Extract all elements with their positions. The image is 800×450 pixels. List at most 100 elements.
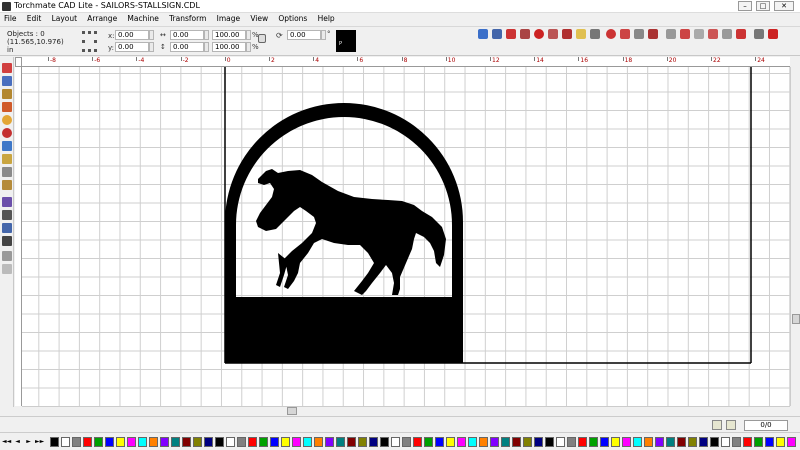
knife-icon[interactable] bbox=[2, 167, 12, 177]
lock-ratio-icon[interactable] bbox=[258, 34, 266, 43]
y-field[interactable]: 0.00 bbox=[115, 42, 149, 52]
color-swatch[interactable] bbox=[292, 437, 301, 447]
rotation-field[interactable]: 0.00 bbox=[287, 30, 321, 40]
horizontal-ruler[interactable]: -8 -6 -4 -2 0 2 4 6 8 10 12 14 16 18 20 22 24 bbox=[22, 57, 790, 67]
color-swatch[interactable] bbox=[501, 437, 510, 447]
color-swatch[interactable] bbox=[50, 437, 59, 447]
transform-icon[interactable] bbox=[2, 251, 12, 261]
color-swatch[interactable] bbox=[369, 437, 378, 447]
align-icon[interactable] bbox=[648, 29, 658, 39]
color-swatch[interactable] bbox=[699, 437, 708, 447]
folder-icon[interactable] bbox=[576, 29, 586, 39]
page-next-icon[interactable] bbox=[726, 420, 736, 430]
color-swatch[interactable] bbox=[303, 437, 312, 447]
ruler-corner[interactable] bbox=[15, 57, 22, 67]
scale-y-field[interactable]: 100.00 bbox=[212, 42, 246, 52]
color-swatch[interactable] bbox=[204, 437, 213, 447]
vertical-scrollbar[interactable] bbox=[790, 67, 800, 406]
menu-arrange[interactable]: Arrange bbox=[83, 13, 121, 24]
scale-x-spinner[interactable] bbox=[246, 30, 251, 40]
weld-tool-icon[interactable] bbox=[708, 29, 718, 39]
horizontal-scroll-thumb[interactable] bbox=[287, 407, 297, 415]
combine-icon[interactable] bbox=[680, 29, 690, 39]
color-swatch[interactable] bbox=[556, 437, 565, 447]
maximize-button[interactable]: □ bbox=[756, 1, 770, 11]
horizontal-scrollbar[interactable] bbox=[22, 406, 790, 416]
rotation-spinner[interactable] bbox=[321, 30, 326, 40]
color-swatch[interactable] bbox=[314, 437, 323, 447]
menu-transform[interactable]: Transform bbox=[165, 13, 210, 24]
color-swatch[interactable] bbox=[545, 437, 554, 447]
color-swatch[interactable] bbox=[743, 437, 752, 447]
pointer-icon[interactable] bbox=[2, 63, 12, 73]
color-swatch[interactable] bbox=[325, 437, 334, 447]
fill-bucket-icon[interactable] bbox=[2, 197, 12, 207]
color-swatch[interactable] bbox=[127, 437, 136, 447]
color-swatch[interactable] bbox=[666, 437, 675, 447]
scale-y-spinner[interactable] bbox=[246, 42, 251, 52]
print-icon[interactable] bbox=[520, 29, 530, 39]
color-swatch[interactable] bbox=[358, 437, 367, 447]
color-swatch[interactable] bbox=[457, 437, 466, 447]
color-swatch[interactable] bbox=[226, 437, 235, 447]
menu-edit[interactable]: Edit bbox=[23, 13, 46, 24]
ungroup-icon[interactable] bbox=[634, 29, 644, 39]
trim-icon[interactable] bbox=[722, 29, 732, 39]
paste-icon[interactable] bbox=[562, 29, 572, 39]
circle-icon[interactable] bbox=[2, 128, 12, 138]
color-swatch[interactable] bbox=[237, 437, 246, 447]
color-swatch[interactable] bbox=[413, 437, 422, 447]
color-swatch[interactable] bbox=[270, 437, 279, 447]
color-swatch[interactable] bbox=[105, 437, 114, 447]
color-swatch[interactable] bbox=[94, 437, 103, 447]
measure-icon[interactable] bbox=[2, 180, 12, 190]
menu-image[interactable]: Image bbox=[213, 13, 245, 24]
color-swatch[interactable] bbox=[787, 437, 796, 447]
color-swatch[interactable] bbox=[72, 437, 81, 447]
color-swatch[interactable] bbox=[754, 437, 763, 447]
copy-icon[interactable] bbox=[548, 29, 558, 39]
color-swatch[interactable] bbox=[248, 437, 257, 447]
color-swatch[interactable] bbox=[380, 437, 389, 447]
undo-icon[interactable] bbox=[590, 29, 600, 39]
zoom-icon[interactable] bbox=[2, 115, 12, 125]
color-swatch[interactable] bbox=[732, 437, 741, 447]
color-swatch[interactable] bbox=[182, 437, 191, 447]
palette-next-button[interactable]: ► bbox=[24, 437, 33, 446]
pen-icon[interactable] bbox=[2, 154, 12, 164]
color-swatch[interactable] bbox=[215, 437, 224, 447]
color-swatch[interactable] bbox=[347, 437, 356, 447]
height-field[interactable]: 0.00 bbox=[170, 42, 204, 52]
palette-prev-button[interactable]: ◄ bbox=[13, 437, 22, 446]
color-swatch[interactable] bbox=[424, 437, 433, 447]
scale-x-field[interactable]: 100.00 bbox=[212, 30, 246, 40]
color-swatch[interactable] bbox=[435, 437, 444, 447]
color-swatch[interactable] bbox=[160, 437, 169, 447]
properties-icon[interactable] bbox=[736, 29, 746, 39]
menu-view[interactable]: View bbox=[246, 13, 272, 24]
vertical-ruler[interactable] bbox=[15, 67, 22, 406]
weld-icon[interactable] bbox=[2, 236, 12, 246]
color-swatch[interactable] bbox=[688, 437, 697, 447]
color-swatch[interactable] bbox=[622, 437, 631, 447]
color-swatch[interactable] bbox=[402, 437, 411, 447]
color-swatch[interactable] bbox=[600, 437, 609, 447]
menu-help[interactable]: Help bbox=[314, 13, 339, 24]
menu-options[interactable]: Options bbox=[274, 13, 311, 24]
color-swatch[interactable] bbox=[391, 437, 400, 447]
anchor-point-grid[interactable] bbox=[82, 31, 98, 53]
vertical-scroll-thumb[interactable] bbox=[792, 314, 800, 324]
text-icon[interactable] bbox=[2, 89, 12, 99]
redo-icon[interactable] bbox=[606, 29, 616, 39]
color-swatch[interactable] bbox=[446, 437, 455, 447]
break-icon[interactable] bbox=[694, 29, 704, 39]
color-swatch[interactable] bbox=[336, 437, 345, 447]
color-swatch[interactable] bbox=[512, 437, 521, 447]
palette-last-button[interactable]: ►► bbox=[35, 437, 44, 446]
open-icon[interactable] bbox=[492, 29, 502, 39]
dimension-icon[interactable] bbox=[2, 264, 12, 274]
color-swatch[interactable] bbox=[490, 437, 499, 447]
color-swatch[interactable] bbox=[149, 437, 158, 447]
color-swatch[interactable] bbox=[633, 437, 642, 447]
cut-icon[interactable] bbox=[534, 29, 544, 39]
